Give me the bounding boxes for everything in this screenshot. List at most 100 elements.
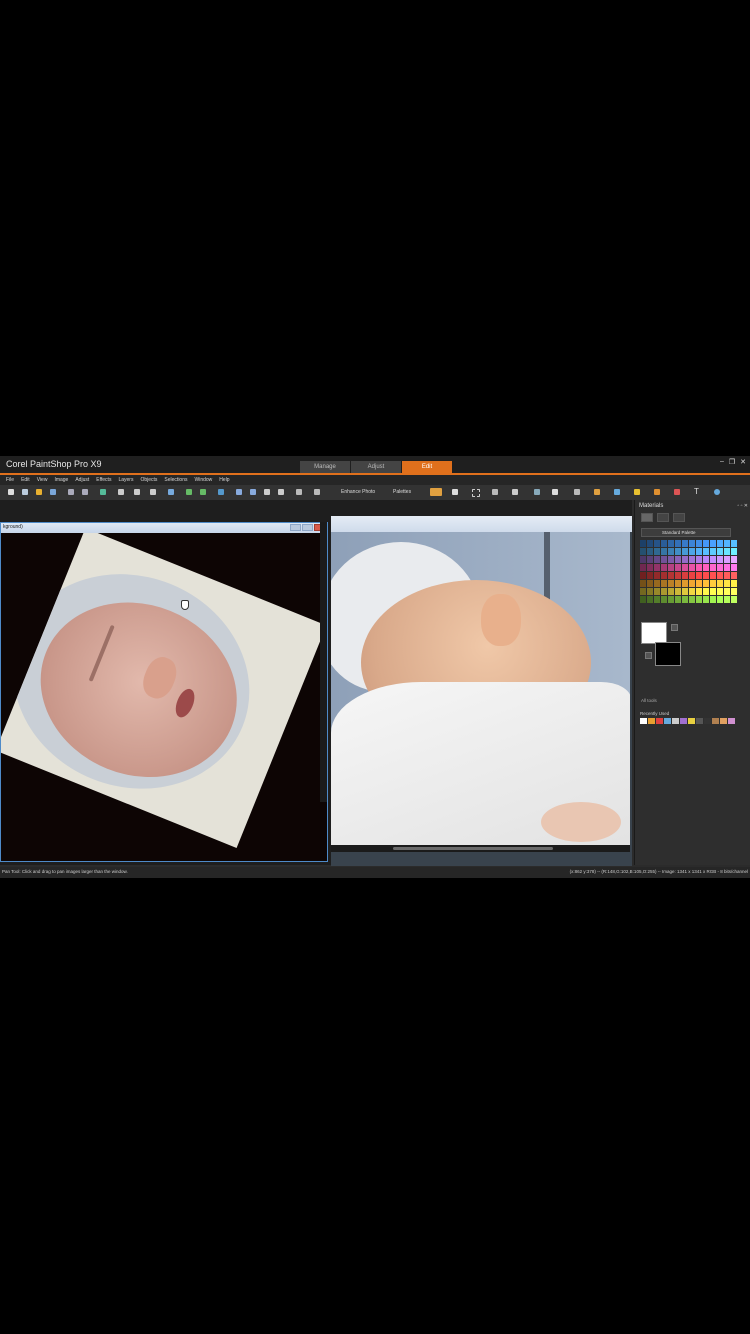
palette-swatch[interactable] — [696, 540, 702, 547]
palette-swatch[interactable] — [661, 596, 667, 603]
fill-icon[interactable] — [654, 489, 660, 495]
recent-swatch[interactable] — [656, 718, 663, 724]
palette-swatch[interactable] — [689, 548, 695, 555]
copy-icon[interactable] — [314, 489, 320, 495]
recent-swatch[interactable] — [688, 718, 695, 724]
text-tool-icon[interactable]: T — [694, 487, 699, 496]
palette-swatch[interactable] — [696, 588, 702, 595]
palette-swatch[interactable] — [682, 548, 688, 555]
palette-swatch[interactable] — [689, 596, 695, 603]
palette-swatch[interactable] — [717, 596, 723, 603]
swap-colors-icon[interactable] — [671, 624, 678, 631]
palette-swatch[interactable] — [703, 564, 709, 571]
palette-swatch[interactable] — [661, 564, 667, 571]
shape-tool-icon[interactable] — [714, 489, 720, 495]
palette-swatch[interactable] — [668, 572, 674, 579]
recent-swatch[interactable] — [664, 718, 671, 724]
palette-swatch[interactable] — [654, 580, 660, 587]
tab-rainbow[interactable] — [657, 513, 669, 522]
palette-swatch[interactable] — [682, 540, 688, 547]
palette-swatch[interactable] — [668, 580, 674, 587]
palette-swatch[interactable] — [710, 572, 716, 579]
new-file-icon[interactable] — [8, 489, 14, 495]
palette-swatch[interactable] — [661, 548, 667, 555]
palette-swatch[interactable] — [703, 556, 709, 563]
palette-swatch[interactable] — [731, 588, 737, 595]
actual-size-icon[interactable] — [250, 489, 256, 495]
menu-image[interactable]: Image — [54, 475, 68, 485]
palette-swatch[interactable] — [682, 596, 688, 603]
palette-swatch[interactable] — [640, 580, 646, 587]
palette-swatch[interactable] — [731, 580, 737, 587]
color-swatch-grid[interactable] — [640, 540, 740, 608]
left-vertical-scrollbar[interactable] — [320, 522, 327, 802]
menu-effects[interactable]: Effects — [96, 475, 111, 485]
palette-swatch[interactable] — [654, 540, 660, 547]
document-window-left[interactable]: kground) — [0, 522, 328, 862]
menu-view[interactable]: View — [37, 475, 48, 485]
recently-used-swatches[interactable] — [640, 718, 745, 724]
palette-swatch[interactable] — [661, 572, 667, 579]
doc-maximize-button[interactable] — [302, 524, 313, 531]
palette-swatch[interactable] — [689, 580, 695, 587]
recent-swatch[interactable] — [696, 718, 703, 724]
palette-swatch[interactable] — [661, 540, 667, 547]
palette-swatch[interactable] — [675, 540, 681, 547]
tab-adjust[interactable]: Adjust — [351, 461, 401, 473]
palette-dropdown[interactable]: Standard Palette — [641, 528, 731, 537]
palette-swatch[interactable] — [682, 580, 688, 587]
palette-swatch[interactable] — [724, 556, 730, 563]
brush-icon[interactable] — [641, 676, 648, 683]
save-icon[interactable] — [68, 489, 74, 495]
scrollbar-thumb[interactable] — [393, 847, 553, 850]
palette-swatch[interactable] — [647, 540, 653, 547]
palette-swatch[interactable] — [731, 572, 737, 579]
print-icon[interactable] — [118, 489, 124, 495]
all-tools-checkbox[interactable]: All tools — [641, 698, 657, 703]
palette-swatch[interactable] — [710, 580, 716, 587]
tab-frame[interactable] — [641, 513, 653, 522]
close-button[interactable]: ✕ — [740, 458, 746, 466]
palette-swatch[interactable] — [647, 564, 653, 571]
palette-swatch[interactable] — [668, 564, 674, 571]
palette-swatch[interactable] — [731, 564, 737, 571]
recent-swatch[interactable] — [728, 718, 735, 724]
recent-swatch[interactable] — [672, 718, 679, 724]
undo-icon[interactable] — [134, 489, 140, 495]
tab-edit[interactable]: Edit — [402, 461, 452, 473]
palette-swatch[interactable] — [717, 556, 723, 563]
palette-swatch[interactable] — [640, 572, 646, 579]
palette-swatch[interactable] — [668, 548, 674, 555]
show-layers-icon[interactable] — [296, 489, 302, 495]
palette-swatch[interactable] — [710, 556, 716, 563]
dropper-icon[interactable] — [492, 489, 498, 495]
palette-swatch[interactable] — [654, 588, 660, 595]
palette-swatch[interactable] — [703, 572, 709, 579]
rotate-left-icon[interactable] — [186, 489, 192, 495]
palette-swatch[interactable] — [640, 596, 646, 603]
rotate-right-icon[interactable] — [200, 489, 206, 495]
palette-swatch[interactable] — [675, 580, 681, 587]
palette-swatch[interactable] — [675, 596, 681, 603]
recent-swatch[interactable] — [680, 718, 687, 724]
tab-manage[interactable]: Manage — [300, 461, 350, 473]
menu-file[interactable]: File — [6, 475, 14, 485]
palette-swatch[interactable] — [717, 580, 723, 587]
palette-swatch[interactable] — [654, 556, 660, 563]
foreground-color-swatch[interactable] — [641, 622, 667, 644]
palette-swatch[interactable] — [647, 548, 653, 555]
minimize-button[interactable]: – — [720, 458, 724, 466]
resize-icon[interactable] — [168, 489, 174, 495]
menu-help[interactable]: Help — [219, 475, 229, 485]
palette-swatch[interactable] — [731, 548, 737, 555]
new-document-icon[interactable] — [22, 489, 28, 495]
palette-swatch[interactable] — [675, 548, 681, 555]
zoom-out-icon[interactable] — [278, 489, 284, 495]
palette-swatch[interactable] — [647, 596, 653, 603]
palette-swatch[interactable] — [661, 588, 667, 595]
palette-swatch[interactable] — [717, 572, 723, 579]
palette-swatch[interactable] — [724, 596, 730, 603]
palette-swatch[interactable] — [689, 540, 695, 547]
palette-swatch[interactable] — [731, 540, 737, 547]
palette-swatch[interactable] — [675, 588, 681, 595]
